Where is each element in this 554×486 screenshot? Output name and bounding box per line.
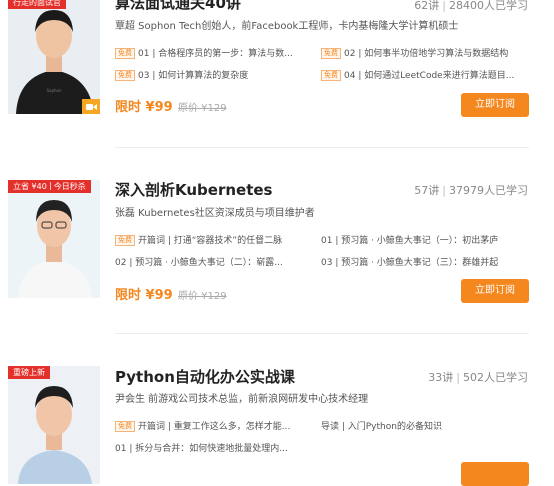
svg-text:Sophon: Sophon xyxy=(46,88,62,93)
original-price: 原价 ¥129 xyxy=(178,291,227,302)
promo-badge: 立省 ¥40 今日秒杀 xyxy=(8,180,91,193)
lesson-link[interactable]: 免费 02 | 如何事半功倍地学习算法与数据结构 xyxy=(321,46,531,59)
author-photo xyxy=(8,366,100,484)
lesson-title: 01 | 预习篇 · 小鲸鱼大事记（一）：初出茅庐 xyxy=(321,236,499,246)
free-tag: 免费 xyxy=(321,70,341,81)
lesson-title: 导读 | 入门Python的必备知识 xyxy=(321,422,442,432)
course-stats: 62讲 | 28400人已学习 xyxy=(414,0,528,12)
free-tag: 免费 xyxy=(321,48,341,59)
original-price: 原价 ¥129 xyxy=(178,103,227,114)
subscribe-button[interactable]: 立即订阅 xyxy=(461,279,529,303)
lesson-link[interactable]: 01 | 拆分与合并：如何快速地批量处理内... xyxy=(115,441,315,454)
discount-label: 立省 ¥40 xyxy=(13,182,47,191)
author-intro: 覃超 Sophon Tech创始人，前Facebook工程师，卡内基梅隆大学计算… xyxy=(115,21,459,32)
free-tag: 免费 xyxy=(115,70,135,81)
lesson-title: 03 | 如何计算算法的复杂度 xyxy=(138,71,249,81)
lesson-title: 03 | 预习篇 · 小鲸鱼大事记（三）：群雄并起 xyxy=(321,258,499,268)
course-title[interactable]: Python自动化办公实战课 xyxy=(115,366,295,387)
lesson-title: 04 | 如何通过LeetCode来进行算法题目... xyxy=(344,71,515,81)
author-intro: 张磊 Kubernetes社区资深成员与项目维护者 xyxy=(115,208,315,219)
course-title[interactable]: 深入剖析Kubernetes xyxy=(115,179,272,200)
divider xyxy=(115,147,529,148)
subscribe-button[interactable]: 立即订阅 xyxy=(461,93,529,117)
author-photo: Sophon xyxy=(8,0,100,114)
lecture-count: 57讲 xyxy=(414,184,440,197)
learner-count: 28400人已学习 xyxy=(449,0,528,12)
lesson-title: 开篇词 | 打通“容器技术”的任督二脉 xyxy=(138,236,283,246)
author-intro: 尹会生 前游戏公司技术总监，前新浪网研发中心技术经理 xyxy=(115,394,369,405)
lesson-link[interactable]: 导读 | 入门Python的必备知识 xyxy=(321,419,531,432)
author-photo xyxy=(8,180,100,298)
course-cover-image[interactable]: 立省 ¥40 今日秒杀 xyxy=(8,180,100,298)
lesson-link[interactable]: 02 | 预习篇 · 小鲸鱼大事记（二）：崭露... xyxy=(115,255,315,268)
free-tag: 免费 xyxy=(115,48,135,59)
lesson-link[interactable]: 免费 03 | 如何计算算法的复杂度 xyxy=(115,68,310,81)
lesson-title: 02 | 预习篇 · 小鲸鱼大事记（二）：崭露... xyxy=(115,258,283,268)
lesson-link[interactable]: 01 | 预习篇 · 小鲸鱼大事记（一）：初出茅庐 xyxy=(321,233,531,246)
course-title[interactable]: 算法面试通关40讲 xyxy=(115,0,241,13)
lesson-title: 01 | 拆分与合并：如何快速地批量处理内... xyxy=(115,444,288,454)
lesson-link[interactable]: 免费 开篇词 | 打通“容器技术”的任督二脉 xyxy=(115,233,315,246)
lecture-count: 62讲 xyxy=(414,0,440,12)
lesson-title: 02 | 如何事半功倍地学习算法与数据结构 xyxy=(344,49,509,59)
free-tag: 免费 xyxy=(115,235,135,246)
lesson-title: 开篇词 | 重复工作这么多，怎样才能... xyxy=(138,422,291,432)
sale-price: 限时 ¥99 xyxy=(115,100,173,115)
video-icon xyxy=(82,99,100,114)
free-tag: 免费 xyxy=(115,421,135,432)
learner-count: 502人已学习 xyxy=(463,371,528,384)
lesson-link[interactable]: 免费 04 | 如何通过LeetCode来进行算法题目... xyxy=(321,68,531,81)
course-stats: 33讲 | 502人已学习 xyxy=(428,371,528,384)
divider xyxy=(115,333,529,334)
lesson-link[interactable]: 免费 开篇词 | 重复工作这么多，怎样才能... xyxy=(115,419,315,432)
lecture-count: 33讲 xyxy=(428,371,454,384)
lesson-title: 01 | 合格程序员的第一步：算法与数... xyxy=(138,49,293,59)
course-cover-image[interactable]: 重磅上新 xyxy=(8,366,100,484)
course-cover-image[interactable]: Sophon 行走的面试官 xyxy=(8,0,100,114)
subscribe-button[interactable] xyxy=(461,462,529,486)
sale-price: 限时 ¥99 xyxy=(115,288,173,303)
lesson-link[interactable]: 免费 01 | 合格程序员的第一步：算法与数... xyxy=(115,46,310,59)
promo-badge: 重磅上新 xyxy=(8,366,50,379)
learner-count: 37979人已学习 xyxy=(449,184,528,197)
promo-badge: 行走的面试官 xyxy=(8,0,66,9)
lesson-link[interactable]: 03 | 预习篇 · 小鲸鱼大事记（三）：群雄并起 xyxy=(321,255,531,268)
flash-sale-label: 今日秒杀 xyxy=(53,182,86,191)
course-stats: 57讲 | 37979人已学习 xyxy=(414,184,528,197)
